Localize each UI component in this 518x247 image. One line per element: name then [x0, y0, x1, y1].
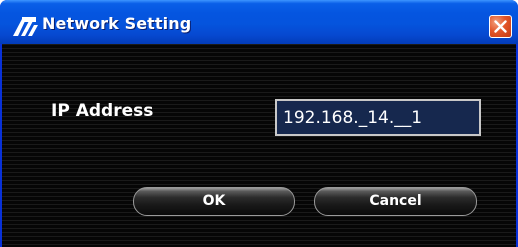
- cancel-button[interactable]: Cancel: [314, 187, 477, 216]
- ip-address-label: IP Address: [51, 101, 154, 121]
- dialog-body: IP Address OK Cancel: [2, 44, 516, 247]
- ip-address-input[interactable]: [275, 99, 481, 136]
- window-title: Network Setting: [42, 14, 192, 33]
- network-app-icon: [13, 17, 38, 36]
- close-button[interactable]: [489, 15, 512, 38]
- ok-button[interactable]: OK: [133, 187, 295, 216]
- close-icon: [494, 20, 507, 33]
- title-bar[interactable]: Network Setting: [0, 0, 518, 44]
- network-setting-dialog: Network Setting IP Address OK Cancel: [0, 0, 518, 247]
